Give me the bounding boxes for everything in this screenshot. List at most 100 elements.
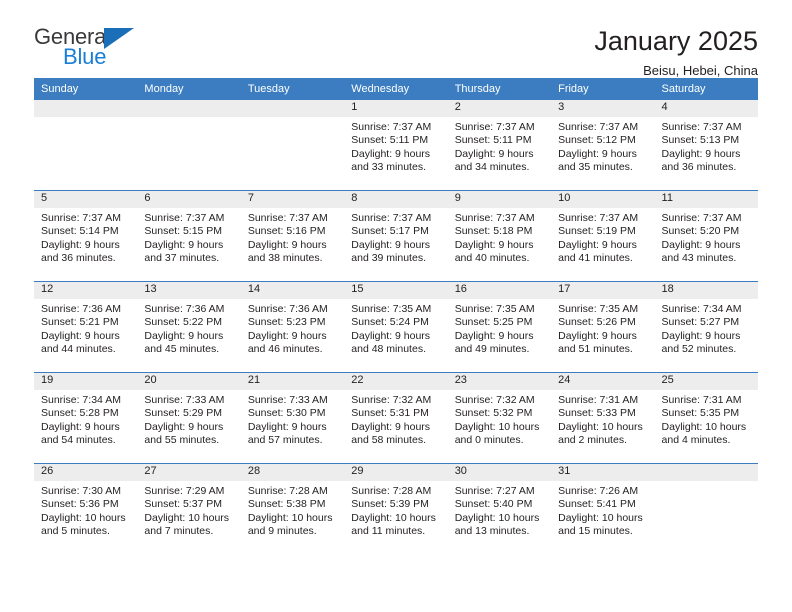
calendar-day-cell[interactable]: 8 Sunrise: 7:37 AM Sunset: 5:17 PM Daylight…	[344, 190, 448, 282]
day-number: 7	[240, 191, 345, 208]
calendar-day-cell[interactable]: 20 Sunrise: 7:33 AM Sunset: 5:29 PM Dayligh…	[137, 372, 241, 464]
daylight-text-line2: and 46 minutes.	[247, 343, 323, 356]
daylight-text-line1: Daylight: 9 hours	[351, 329, 431, 342]
weekday-header-row: Sunday Monday Tuesday Wednesday Thursday…	[34, 78, 758, 100]
daylight-text-line2: and 0 minutes.	[454, 434, 524, 447]
calendar-day-cell[interactable]: 13 Sunrise: 7:36 AM Sunset: 5:22 PM Dayligh…	[137, 281, 241, 373]
sunset-text: Sunset: 5:21 PM	[41, 316, 119, 329]
calendar-day-cell[interactable]: 29 Sunrise: 7:28 AM Sunset: 5:39 PM Dayligh…	[344, 463, 448, 554]
calendar-day-cell[interactable]: 15 Sunrise: 7:35 AM Sunset: 5:24 PM Dayligh…	[344, 281, 448, 373]
daylight-text-line2: and 52 minutes.	[661, 343, 737, 356]
sunset-text: Sunset: 5:24 PM	[351, 316, 429, 329]
weekday-header-tuesday: Tuesday	[240, 78, 345, 100]
calendar-day-cell[interactable]: 14 Sunrise: 7:36 AM Sunset: 5:23 PM Dayligh…	[240, 281, 345, 373]
daylight-text-line2: and 55 minutes.	[144, 434, 220, 447]
sunset-text: Sunset: 5:40 PM	[454, 498, 533, 511]
calendar-day-cell[interactable]: 1 Sunrise: 7:37 AM Sunset: 5:11 PM Daylight…	[344, 100, 448, 191]
sunrise-text: Sunrise: 7:36 AM	[247, 303, 328, 315]
calendar-cell-empty	[137, 100, 241, 191]
day-details: Sunrise: 7:28 AM Sunset: 5:38 PM Daylight:…	[241, 481, 344, 539]
day-details: Sunrise: 7:37 AM Sunset: 5:12 PM Daylight:…	[551, 117, 654, 175]
sunrise-text: Sunrise: 7:28 AM	[247, 485, 328, 497]
daylight-text-line1: Daylight: 9 hours	[558, 238, 637, 251]
calendar-week-row: 19 Sunrise: 7:34 AM Sunset: 5:28 PM Dayligh…	[34, 372, 758, 464]
generalblue-logo[interactable]: General Blue	[34, 26, 154, 72]
sunrise-text: Sunrise: 7:33 AM	[247, 394, 328, 406]
sunset-text: Sunset: 5:14 PM	[41, 225, 119, 238]
daylight-text-line2: and 35 minutes.	[558, 161, 633, 174]
calendar-page: General Blue January 2025 Beisu, Hebei, …	[0, 0, 792, 612]
daylight-text-line1: Daylight: 9 hours	[41, 420, 120, 433]
sunset-text: Sunset: 5:28 PM	[41, 407, 119, 420]
daylight-text-line1: Daylight: 9 hours	[558, 147, 637, 160]
calendar-day-cell[interactable]: 22 Sunrise: 7:32 AM Sunset: 5:31 PM Dayligh…	[344, 372, 448, 464]
daylight-text-line1: Daylight: 9 hours	[144, 329, 224, 342]
daylight-text-line2: and 11 minutes.	[351, 525, 426, 538]
calendar-day-cell[interactable]: 11 Sunrise: 7:37 AM Sunset: 5:20 PM Dayligh…	[654, 190, 758, 282]
calendar-day-cell[interactable]: 24 Sunrise: 7:31 AM Sunset: 5:33 PM Dayligh…	[551, 372, 655, 464]
day-number: 16	[447, 282, 552, 299]
day-details: Sunrise: 7:37 AM Sunset: 5:19 PM Daylight:…	[551, 208, 654, 266]
calendar-day-cell[interactable]: 3 Sunrise: 7:37 AM Sunset: 5:12 PM Daylight…	[551, 100, 655, 191]
calendar-day-cell[interactable]: 27 Sunrise: 7:29 AM Sunset: 5:37 PM Dayligh…	[137, 463, 241, 554]
day-details: Sunrise: 7:36 AM Sunset: 5:21 PM Daylight:…	[34, 299, 137, 357]
calendar-day-cell[interactable]: 2 Sunrise: 7:37 AM Sunset: 5:11 PM Daylight…	[447, 100, 552, 191]
calendar-day-cell[interactable]: 9 Sunrise: 7:37 AM Sunset: 5:18 PM Daylight…	[447, 190, 552, 282]
daylight-text-line1: Daylight: 9 hours	[454, 238, 534, 251]
day-details: Sunrise: 7:37 AM Sunset: 5:15 PM Daylight:…	[137, 208, 240, 266]
day-details: Sunrise: 7:34 AM Sunset: 5:28 PM Daylight:…	[34, 390, 137, 448]
day-details: Sunrise: 7:29 AM Sunset: 5:37 PM Daylight:…	[137, 481, 240, 539]
day-number: 30	[447, 464, 552, 481]
calendar-day-cell[interactable]: 21 Sunrise: 7:33 AM Sunset: 5:30 PM Dayligh…	[240, 372, 345, 464]
day-details: Sunrise: 7:37 AM Sunset: 5:20 PM Daylight:…	[655, 208, 758, 266]
calendar-day-cell[interactable]: 26 Sunrise: 7:30 AM Sunset: 5:36 PM Dayligh…	[34, 463, 138, 554]
sunset-text: Sunset: 5:37 PM	[144, 498, 223, 511]
sunrise-text: Sunrise: 7:35 AM	[558, 303, 639, 315]
weekday-header-saturday: Saturday	[654, 78, 758, 100]
sunrise-text: Sunrise: 7:37 AM	[454, 121, 535, 133]
sunrise-text: Sunrise: 7:37 AM	[661, 212, 742, 224]
calendar-day-cell[interactable]: 5 Sunrise: 7:37 AM Sunset: 5:14 PM Daylight…	[34, 190, 138, 282]
calendar-day-cell[interactable]: 16 Sunrise: 7:35 AM Sunset: 5:25 PM Dayligh…	[447, 281, 552, 373]
calendar-day-cell[interactable]: 19 Sunrise: 7:34 AM Sunset: 5:28 PM Dayligh…	[34, 372, 138, 464]
calendar-day-cell[interactable]: 17 Sunrise: 7:35 AM Sunset: 5:26 PM Dayligh…	[551, 281, 655, 373]
day-number: 27	[137, 464, 241, 481]
day-details: Sunrise: 7:35 AM Sunset: 5:25 PM Daylight:…	[448, 299, 551, 357]
day-details: Sunrise: 7:37 AM Sunset: 5:18 PM Daylight:…	[448, 208, 551, 266]
calendar-day-cell[interactable]: 18 Sunrise: 7:34 AM Sunset: 5:27 PM Dayligh…	[654, 281, 758, 373]
daylight-text-line2: and 4 minutes.	[661, 434, 731, 447]
sunset-text: Sunset: 5:23 PM	[247, 316, 326, 329]
sunset-text: Sunset: 5:16 PM	[247, 225, 326, 238]
calendar-day-cell[interactable]: 28 Sunrise: 7:28 AM Sunset: 5:38 PM Dayligh…	[240, 463, 345, 554]
triangle-icon	[104, 28, 134, 49]
sunset-text: Sunset: 5:17 PM	[351, 225, 429, 238]
sunrise-text: Sunrise: 7:37 AM	[144, 212, 225, 224]
daylight-text-line1: Daylight: 9 hours	[454, 329, 534, 342]
daylight-text-line1: Daylight: 10 hours	[661, 420, 747, 433]
calendar-day-cell[interactable]: 6 Sunrise: 7:37 AM Sunset: 5:15 PM Daylight…	[137, 190, 241, 282]
daylight-text-line1: Daylight: 10 hours	[558, 420, 643, 433]
calendar-day-cell[interactable]: 12 Sunrise: 7:36 AM Sunset: 5:21 PM Dayligh…	[34, 281, 138, 373]
daylight-text-line1: Daylight: 9 hours	[454, 147, 534, 160]
weekday-header-thursday: Thursday	[447, 78, 552, 100]
day-number: 2	[447, 100, 552, 117]
sunset-text: Sunset: 5:39 PM	[351, 498, 429, 511]
day-details: Sunrise: 7:28 AM Sunset: 5:39 PM Daylight:…	[344, 481, 447, 539]
calendar-day-cell[interactable]: 23 Sunrise: 7:32 AM Sunset: 5:32 PM Dayligh…	[447, 372, 552, 464]
daylight-text-line1: Daylight: 9 hours	[558, 329, 637, 342]
calendar-day-cell[interactable]: 25 Sunrise: 7:31 AM Sunset: 5:35 PM Dayligh…	[654, 372, 758, 464]
day-number: 13	[137, 282, 241, 299]
sunrise-text: Sunrise: 7:28 AM	[351, 485, 432, 497]
daylight-text-line2: and 2 minutes.	[558, 434, 627, 447]
daylight-text-line1: Daylight: 9 hours	[247, 238, 327, 251]
daylight-text-line1: Daylight: 9 hours	[247, 420, 327, 433]
day-details: Sunrise: 7:34 AM Sunset: 5:27 PM Daylight:…	[655, 299, 758, 357]
calendar-day-cell[interactable]: 30 Sunrise: 7:27 AM Sunset: 5:40 PM Dayligh…	[447, 463, 552, 554]
calendar-day-cell[interactable]: 10 Sunrise: 7:37 AM Sunset: 5:19 PM Dayligh…	[551, 190, 655, 282]
sunrise-text: Sunrise: 7:26 AM	[558, 485, 639, 497]
calendar-day-cell[interactable]: 7 Sunrise: 7:37 AM Sunset: 5:16 PM Daylight…	[240, 190, 345, 282]
daylight-text-line2: and 43 minutes.	[661, 252, 737, 265]
calendar-day-cell[interactable]: 4 Sunrise: 7:37 AM Sunset: 5:13 PM Daylight…	[654, 100, 758, 191]
day-details: Sunrise: 7:37 AM Sunset: 5:14 PM Daylight:…	[34, 208, 137, 266]
calendar-day-cell[interactable]: 31 Sunrise: 7:26 AM Sunset: 5:41 PM Dayligh…	[551, 463, 655, 554]
